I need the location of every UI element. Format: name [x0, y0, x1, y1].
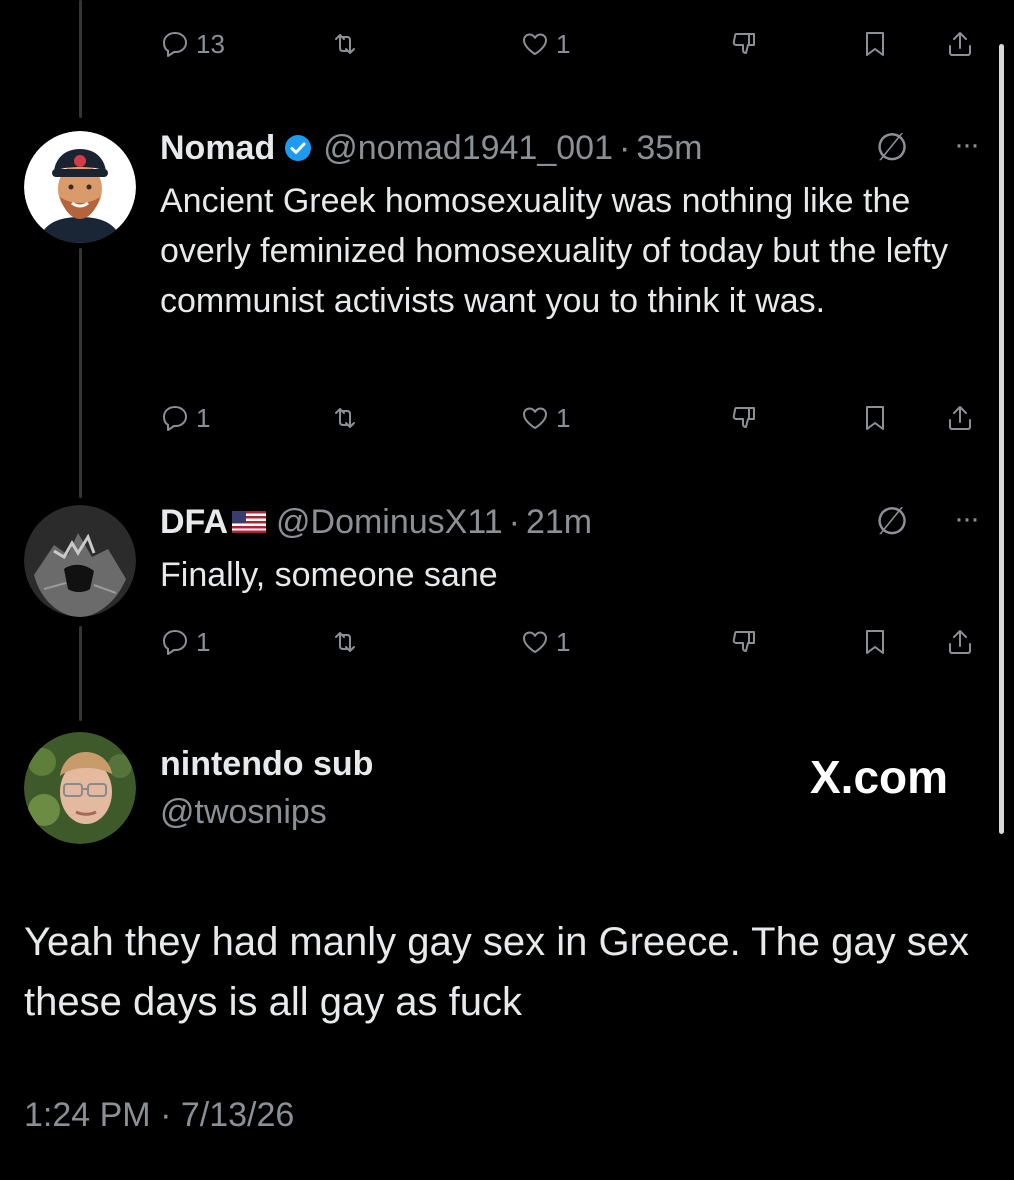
avatar-dfa-image: [24, 505, 136, 617]
like-count: 1: [556, 28, 571, 59]
thread-line-middle: [79, 248, 82, 498]
us-flag-icon: [232, 511, 266, 533]
tweet-text-dfa: Finally, someone sane: [160, 556, 498, 594]
retweet-icon: [335, 632, 355, 652]
reply-count: 1: [196, 626, 211, 657]
action-bar-nomad: 1 1: [160, 398, 986, 438]
avatar-nintendo-sub[interactable]: [24, 732, 136, 844]
bookmark-button[interactable]: [860, 398, 890, 438]
share-icon: [949, 406, 971, 430]
share-button[interactable]: [945, 398, 975, 438]
dislike-button[interactable]: [730, 622, 760, 662]
more-options-icon[interactable]: ···: [944, 502, 988, 542]
retweet-button[interactable]: [330, 24, 360, 64]
reply-button[interactable]: 13: [160, 24, 225, 64]
tweet-header-dfa: DFA @DominusX11 · 21m: [160, 502, 592, 542]
scrollbar[interactable]: [999, 44, 1004, 834]
avatar-nomad-image: [24, 131, 136, 243]
main-tweet-text: Yeah they had manly gay sex in Greece. T…: [24, 920, 970, 1024]
avatar-dfa[interactable]: [24, 505, 136, 617]
like-button[interactable]: 1: [520, 24, 570, 64]
timestamp[interactable]: 35m: [636, 129, 702, 168]
grok-icon[interactable]: ∅: [872, 128, 912, 168]
tweet-text-nomad: Ancient Greek homosexuality was nothing …: [160, 182, 949, 320]
share-button[interactable]: [945, 24, 975, 64]
display-name[interactable]: Nomad: [160, 129, 275, 168]
tweet-header-nomad: Nomad @nomad1941_001 · 35m: [160, 128, 702, 168]
verified-badge-icon: [285, 135, 312, 161]
dislike-button[interactable]: [730, 24, 760, 64]
share-icon: [949, 32, 971, 56]
like-button[interactable]: 1: [520, 398, 570, 438]
reply-button[interactable]: 1: [160, 622, 210, 662]
action-bar-dfa: 1 1: [160, 622, 986, 662]
handle[interactable]: @DominusX11: [276, 503, 503, 542]
thread-line-bottom: [79, 626, 82, 721]
grok-icon[interactable]: ∅: [872, 502, 912, 542]
x-com-label: X.com: [810, 751, 949, 803]
main-display-name[interactable]: nintendo sub: [160, 745, 373, 784]
retweet-button[interactable]: [330, 622, 360, 662]
dislike-button[interactable]: [730, 398, 760, 438]
timestamp[interactable]: 21m: [526, 503, 592, 542]
reply-button[interactable]: 1: [160, 398, 210, 438]
reply-icon: [163, 32, 187, 57]
avatar-nomad[interactable]: [24, 131, 136, 243]
thumbs-down-icon: [732, 631, 755, 652]
reply-icon: [163, 630, 187, 655]
like-count: 1: [556, 626, 571, 657]
separator-dot: ·: [508, 502, 520, 541]
main-handle[interactable]: @twosnips: [160, 793, 327, 832]
heart-icon: [523, 407, 547, 429]
like-count: 1: [556, 402, 571, 433]
action-bar-top: 13 1: [160, 24, 986, 64]
separator-dot: ·: [618, 128, 631, 167]
retweet-icon: [335, 34, 355, 54]
thumbs-down-icon: [732, 33, 755, 54]
reply-count: 13: [196, 28, 225, 59]
handle[interactable]: @nomad1941_001: [323, 129, 613, 168]
heart-icon: [523, 33, 547, 55]
main-tweet-timestamp[interactable]: 1:24 PM · 7/13/26: [24, 1096, 294, 1135]
bookmark-button[interactable]: [860, 622, 890, 662]
share-icon: [949, 630, 971, 654]
avatar-nintendo-sub-image: [24, 732, 136, 844]
more-options-icon[interactable]: ···: [944, 128, 988, 168]
heart-icon: [523, 631, 547, 653]
thread-line-top: [79, 0, 82, 118]
reply-count: 1: [196, 402, 211, 433]
bookmark-icon: [866, 406, 884, 430]
like-button[interactable]: 1: [520, 622, 570, 662]
bookmark-icon: [866, 630, 884, 654]
reply-icon: [163, 406, 187, 431]
thumbs-down-icon: [732, 407, 755, 428]
retweet-icon: [335, 408, 355, 428]
bookmark-icon: [866, 32, 884, 56]
display-name[interactable]: DFA: [160, 503, 228, 542]
retweet-button[interactable]: [330, 398, 360, 438]
share-button[interactable]: [945, 622, 975, 662]
bookmark-button[interactable]: [860, 24, 890, 64]
